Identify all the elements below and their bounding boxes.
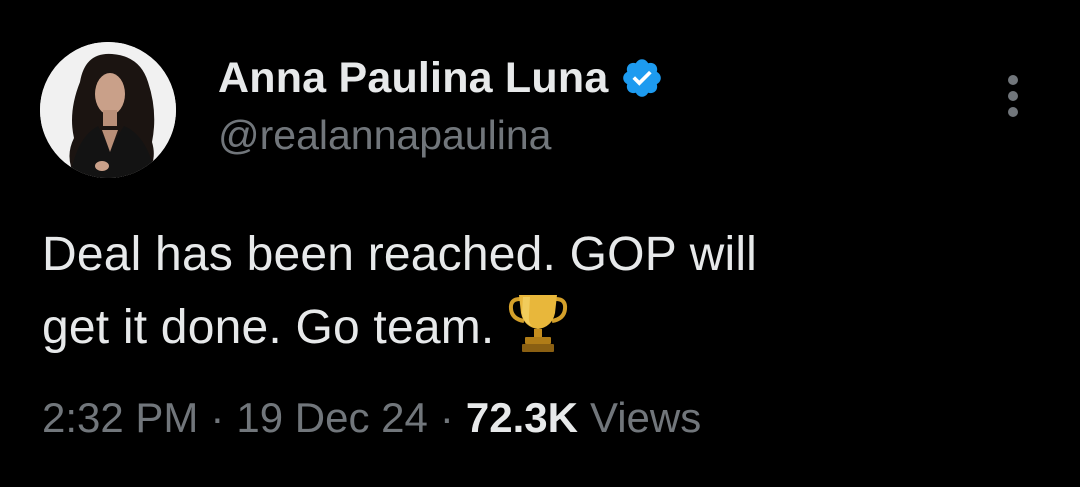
profile-photo-icon xyxy=(40,42,176,178)
meta-separator: · xyxy=(439,394,454,441)
tweet: Anna Paulina Luna @realannapaulina Deal … xyxy=(0,0,1080,487)
views-count: 72.3K xyxy=(465,394,578,441)
tweet-time[interactable]: 2:32 PM xyxy=(42,394,198,442)
avatar[interactable] xyxy=(40,42,176,178)
tweet-text-line-2: get it done. Go team. xyxy=(42,291,1032,364)
more-vertical-icon xyxy=(1008,75,1018,117)
meta-separator: · xyxy=(210,394,225,441)
tweet-date[interactable]: 19 Dec 24 xyxy=(236,394,427,442)
tweet-text-line: Deal has been reached. GOP will xyxy=(42,228,758,281)
views-label: Views xyxy=(589,394,702,441)
verified-badge-icon xyxy=(620,56,664,100)
more-options-button[interactable] xyxy=(996,72,1030,120)
tweet-text-line: get it done. Go team. xyxy=(42,301,495,354)
author-name-row[interactable]: Anna Paulina Luna xyxy=(218,50,664,106)
author-display-name[interactable]: Anna Paulina Luna xyxy=(218,54,608,103)
trophy-icon xyxy=(508,291,568,353)
author-handle[interactable]: @realannapaulina xyxy=(218,112,551,159)
tweet-text: Deal has been reached. GOP will get it d… xyxy=(42,218,1032,364)
tweet-meta: 2:32 PM · 19 Dec 24 · 72.3K Views xyxy=(42,394,701,442)
